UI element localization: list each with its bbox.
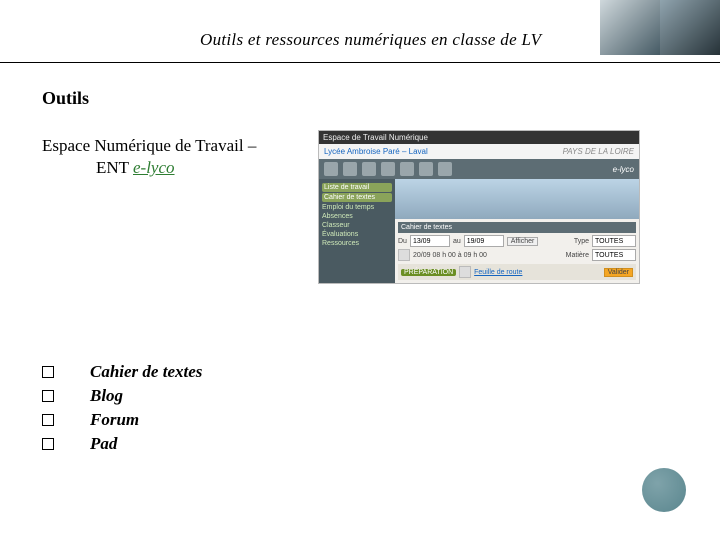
- window-titlebar: Espace de Travail Numérique: [319, 131, 639, 144]
- elyco-screenshot: Espace de Travail Numérique Lycée Ambroi…: [318, 130, 640, 284]
- slide: Outils et ressources numériques en class…: [0, 0, 720, 540]
- date-to-input[interactable]: [464, 235, 504, 247]
- filter-row: Du au Afficher Type: [398, 235, 636, 247]
- slide-title: Outils et ressources numériques en class…: [200, 30, 541, 50]
- sidebar-item[interactable]: Liste de travail: [322, 183, 392, 192]
- e-lyco-link[interactable]: e-lyco: [133, 158, 175, 177]
- sidebar-item[interactable]: Absences: [322, 212, 392, 221]
- task-link[interactable]: Feuille de route: [474, 269, 522, 276]
- bullet-list: Cahier de textes Blog Forum Pad: [42, 358, 202, 458]
- help-icon[interactable]: [438, 162, 452, 176]
- brand-text: e-lyco: [613, 165, 634, 174]
- subtitle-block: Espace Numérique de Travail – ENT e-lyco: [42, 135, 256, 179]
- hero-image: [395, 179, 639, 219]
- school-banner: Lycée Ambroise Paré – Laval PAYS DE LA L…: [319, 144, 639, 159]
- task-bar: PRÉPARATION Feuille de route Valider: [398, 264, 636, 280]
- gear-icon[interactable]: [419, 162, 433, 176]
- sidebar-item[interactable]: Cahier de textes: [322, 193, 392, 202]
- list-item: Pad: [42, 434, 202, 454]
- home-icon[interactable]: [324, 162, 338, 176]
- type-input[interactable]: [592, 235, 636, 247]
- main-panel: Cahier de textes Du au Afficher Type 20/…: [395, 179, 639, 283]
- subtitle-line1: Espace Numérique de Travail –: [42, 135, 256, 157]
- task-tag: PRÉPARATION: [401, 269, 456, 276]
- sidebar-item[interactable]: Évaluations: [322, 230, 392, 239]
- mail-icon[interactable]: [362, 162, 376, 176]
- matiere-input[interactable]: [592, 249, 636, 261]
- section-heading: Outils: [42, 88, 89, 109]
- sidebar-item[interactable]: Emploi du temps: [322, 203, 392, 212]
- validate-button[interactable]: Valider: [604, 268, 633, 277]
- refresh-button[interactable]: Afficher: [507, 237, 539, 246]
- panel-heading: Cahier de textes: [398, 222, 636, 233]
- subtitle-line2: ENT e-lyco: [42, 157, 256, 179]
- checkbox-icon: [42, 390, 54, 402]
- sidebar-item[interactable]: Classeur: [322, 221, 392, 230]
- sidebar: Liste de travail Cahier de textes Emploi…: [319, 179, 395, 283]
- calendar-icon[interactable]: [343, 162, 357, 176]
- doc-icon: [459, 266, 471, 278]
- decorative-circle: [642, 468, 686, 512]
- print-icon[interactable]: [400, 162, 414, 176]
- sidebar-item[interactable]: Ressources: [322, 239, 392, 248]
- prev-icon[interactable]: [398, 249, 410, 261]
- date-line: 20/09 08 h 00 à 09 h 00: [413, 252, 487, 259]
- header-photo: [600, 0, 720, 55]
- date-from-input[interactable]: [410, 235, 450, 247]
- list-item: Forum: [42, 410, 202, 430]
- folder-icon[interactable]: [381, 162, 395, 176]
- checkbox-icon: [42, 366, 54, 378]
- region-logo: PAYS DE LA LOIRE: [563, 147, 634, 156]
- list-item: Cahier de textes: [42, 362, 202, 382]
- checkbox-icon: [42, 414, 54, 426]
- toolbar: e-lyco: [319, 159, 639, 179]
- checkbox-icon: [42, 438, 54, 450]
- list-item: Blog: [42, 386, 202, 406]
